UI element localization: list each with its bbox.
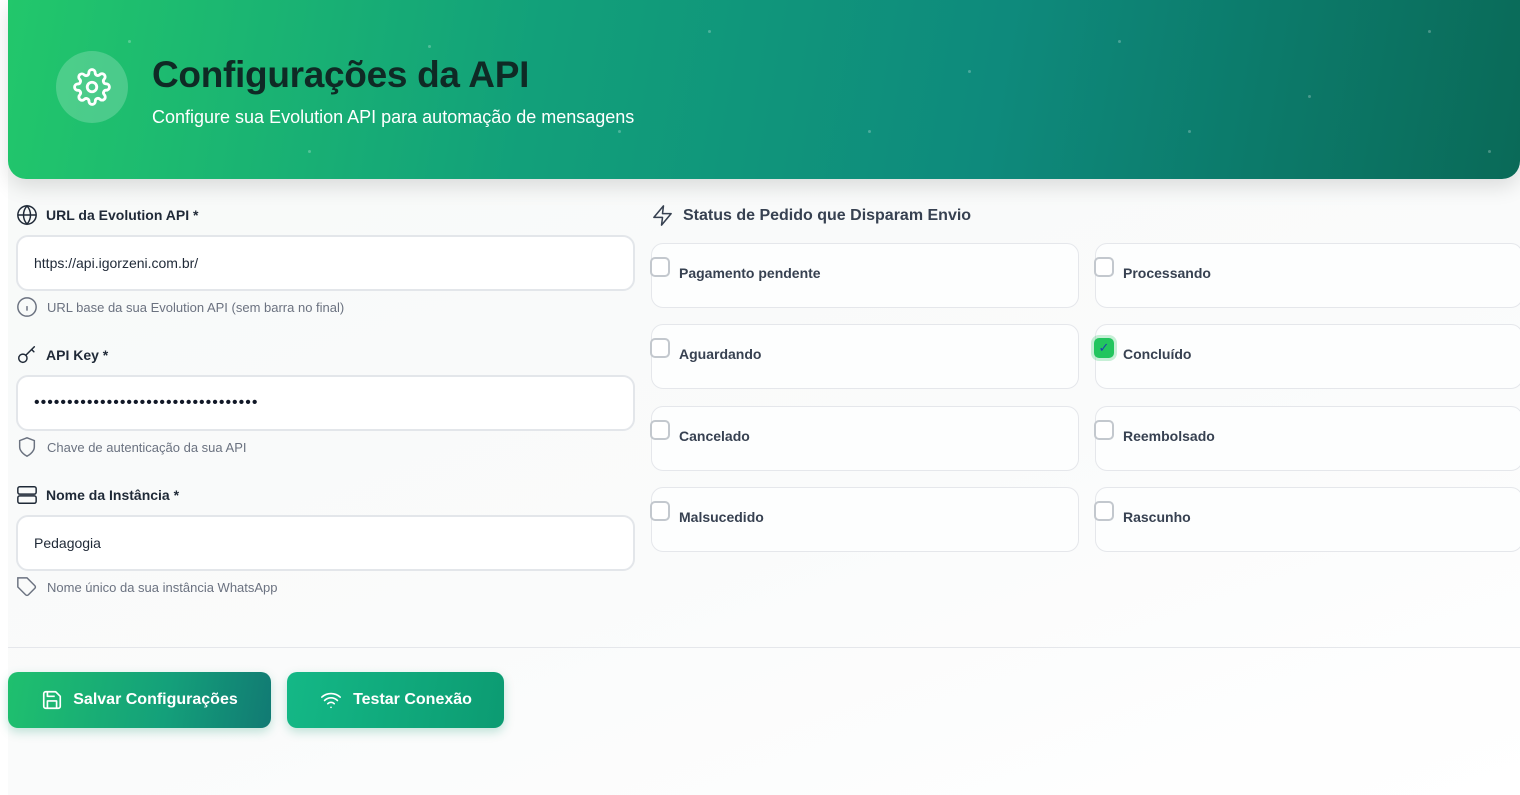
api-key-input[interactable]: •••••••••••••••••••••••••••••••••• [16,375,635,431]
api-key-label-text: API Key * [46,347,109,363]
info-icon [17,297,37,317]
status-option-label: Rascunho [1123,509,1191,525]
checkbox[interactable] [1094,257,1114,277]
save-button-label: Salvar Configurações [73,691,238,708]
checkbox[interactable] [1094,420,1114,440]
page-title: Configurações da API [152,54,530,95]
lightning-icon [653,205,672,226]
status-option-label: Concluído [1123,346,1192,362]
globe-icon [17,204,37,226]
status-option-concluido[interactable]: ✓ Concluído [1094,324,1520,389]
checkbox[interactable] [1094,501,1114,521]
instance-label: Nome da Instância * [16,484,179,506]
url-label-text: URL da Evolution API * [46,207,199,223]
url-label: URL da Evolution API * [16,204,198,226]
server-icon [17,486,37,504]
wifi-icon [321,692,342,709]
url-input[interactable]: https://api.igorzeni.com.br/ [16,235,635,291]
page-subtitle: Configure sua Evolution API para automaç… [152,107,635,127]
status-section-title: Status de Pedido que Disparam Envio [651,204,971,227]
shield-icon [18,437,36,457]
api-key-hint-text: Chave de autenticação da sua API [47,439,247,455]
checkbox[interactable] [650,501,670,521]
checkbox[interactable] [650,257,670,277]
status-option-label: Cancelado [679,428,750,444]
checkbox[interactable] [650,338,670,358]
status-option-label: Reembolsado [1123,428,1215,444]
status-option-malsucedido[interactable]: Malsucedido [650,487,1079,552]
status-option-pagamento-pendente[interactable]: Pagamento pendente [650,243,1079,308]
status-option-cancelado[interactable]: Cancelado [650,406,1079,471]
url-hint: URL base da sua Evolution API (sem barra… [16,296,344,318]
checkbox[interactable] [650,420,670,440]
status-option-label: Aguardando [679,346,762,362]
test-button-label: Testar Conexão [353,691,472,708]
status-option-label: Malsucedido [679,509,764,525]
gear-icon [56,51,128,123]
instance-hint-text: Nome único da sua instância WhatsApp [47,579,278,595]
instance-input[interactable]: Pedagogia [16,515,635,571]
save-icon [43,690,62,710]
status-option-reembolsado[interactable]: Reembolsado [1094,406,1520,471]
page-header: Configurações da API Configure sua Evolu… [8,0,1520,179]
status-option-rascunho[interactable]: Rascunho [1094,487,1520,552]
tag-icon [17,577,37,597]
checkbox-checked[interactable]: ✓ [1094,338,1114,358]
api-key-label: API Key * [16,344,108,366]
divider [8,647,1520,648]
status-option-processando[interactable]: Processando [1094,243,1520,308]
api-key-hint: Chave de autenticação da sua API [16,436,246,458]
save-button[interactable]: Salvar Configurações [8,672,271,728]
status-option-label: Pagamento pendente [679,265,821,281]
test-connection-button[interactable]: Testar Conexão [287,672,504,728]
key-icon [18,346,36,364]
status-option-aguardando[interactable]: Aguardando [650,324,1079,389]
instance-label-text: Nome da Instância * [46,487,180,503]
url-hint-text: URL base da sua Evolution API (sem barra… [47,299,345,315]
instance-hint: Nome único da sua instância WhatsApp [16,576,278,598]
status-option-label: Processando [1123,265,1211,281]
check-icon: ✓ [1098,340,1110,355]
status-section-title-text: Status de Pedido que Disparam Envio [683,206,972,224]
